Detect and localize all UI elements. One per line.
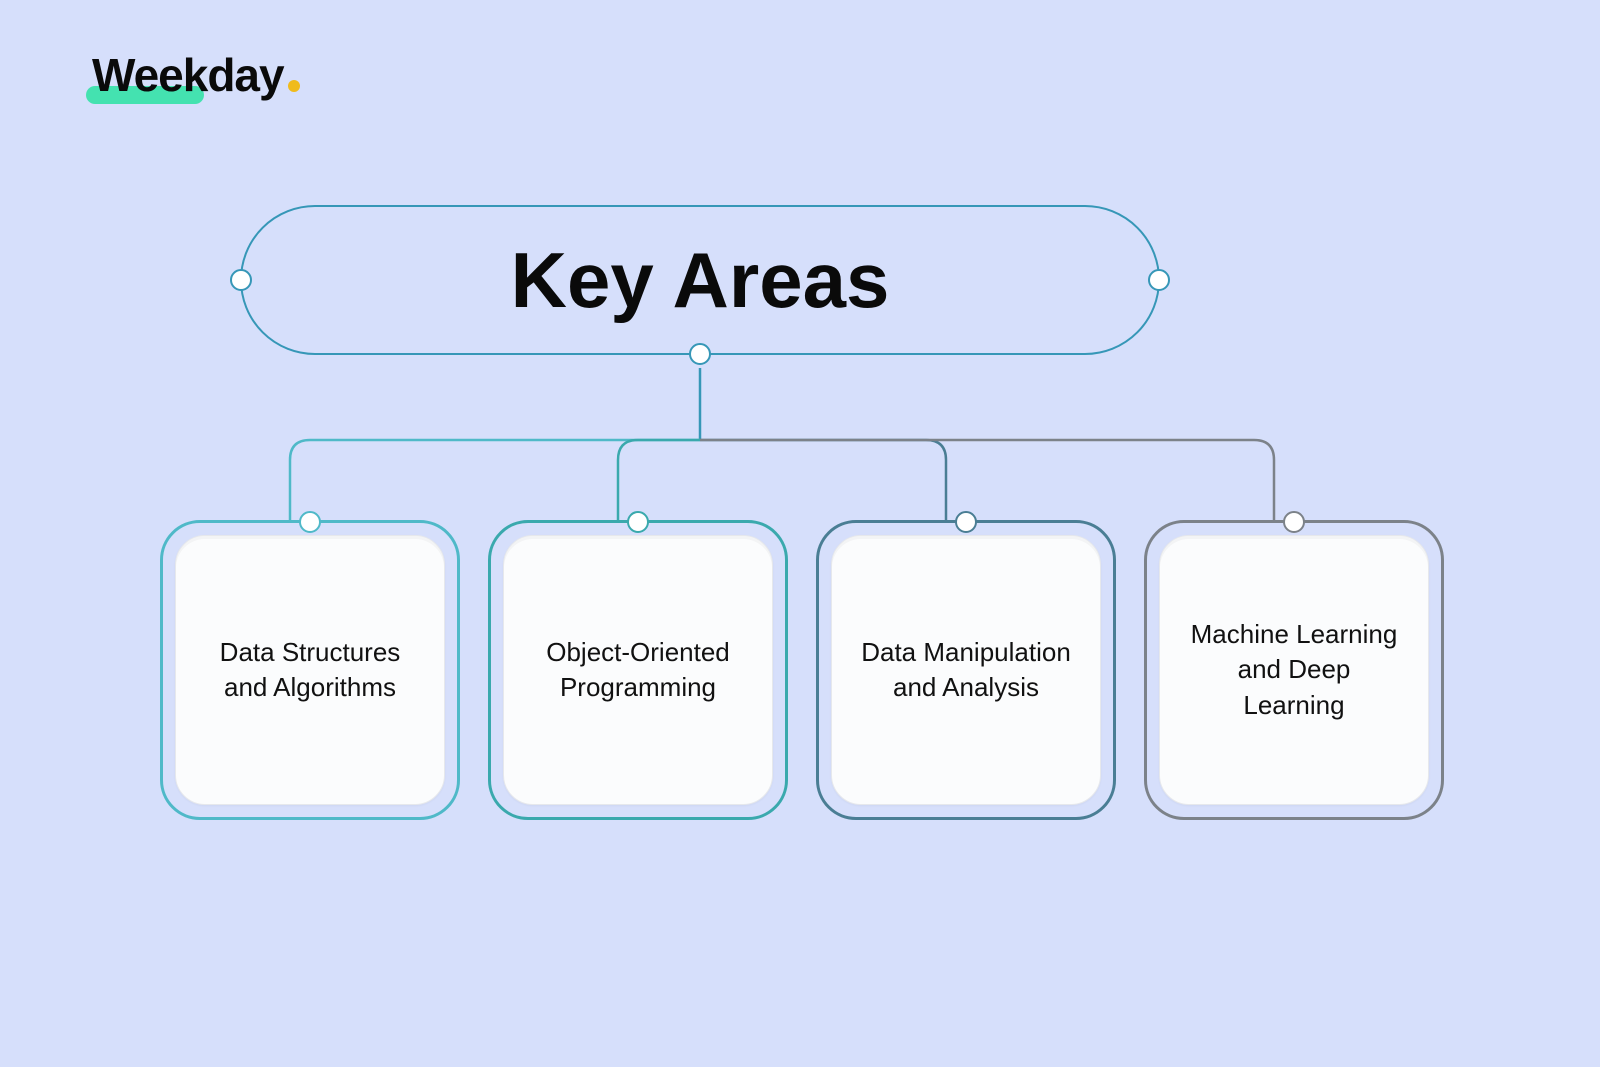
diagram-node-inner: Data Structures and Algorithms (175, 535, 445, 805)
diagram-node-inner: Data Manipulation and Analysis (831, 535, 1101, 805)
brand-logo-dot-icon (288, 80, 300, 92)
diagram-node-label: Object-Oriented Programming (528, 635, 748, 705)
connector-dot-icon (955, 511, 977, 533)
diagram-node-data-manipulation: Data Manipulation and Analysis (816, 520, 1116, 820)
diagram-node-label: Machine Learning and Deep Learning (1184, 617, 1404, 722)
connector-dot-icon (627, 511, 649, 533)
connector-dot-icon (689, 343, 711, 365)
diagram-node-oop: Object-Oriented Programming (488, 520, 788, 820)
connector-dot-icon (1283, 511, 1305, 533)
brand-logo: Weekday (92, 52, 300, 98)
diagram-children-row: Data Structures and Algorithms Object-Or… (160, 520, 1444, 820)
diagram-root-title: Key Areas (511, 235, 890, 326)
connector-dot-icon (299, 511, 321, 533)
diagram-node-label: Data Structures and Algorithms (200, 635, 420, 705)
diagram-node-data-structures: Data Structures and Algorithms (160, 520, 460, 820)
diagram-node-inner: Object-Oriented Programming (503, 535, 773, 805)
brand-logo-label: Weekday (92, 49, 284, 101)
diagram-node-ml-dl: Machine Learning and Deep Learning (1144, 520, 1444, 820)
diagram-node-label: Data Manipulation and Analysis (856, 635, 1076, 705)
diagram-node-inner: Machine Learning and Deep Learning (1159, 535, 1429, 805)
connector-dot-icon (230, 269, 252, 291)
diagram-root-node: Key Areas (240, 205, 1160, 355)
brand-logo-text: Weekday (92, 52, 284, 98)
connector-dot-icon (1148, 269, 1170, 291)
